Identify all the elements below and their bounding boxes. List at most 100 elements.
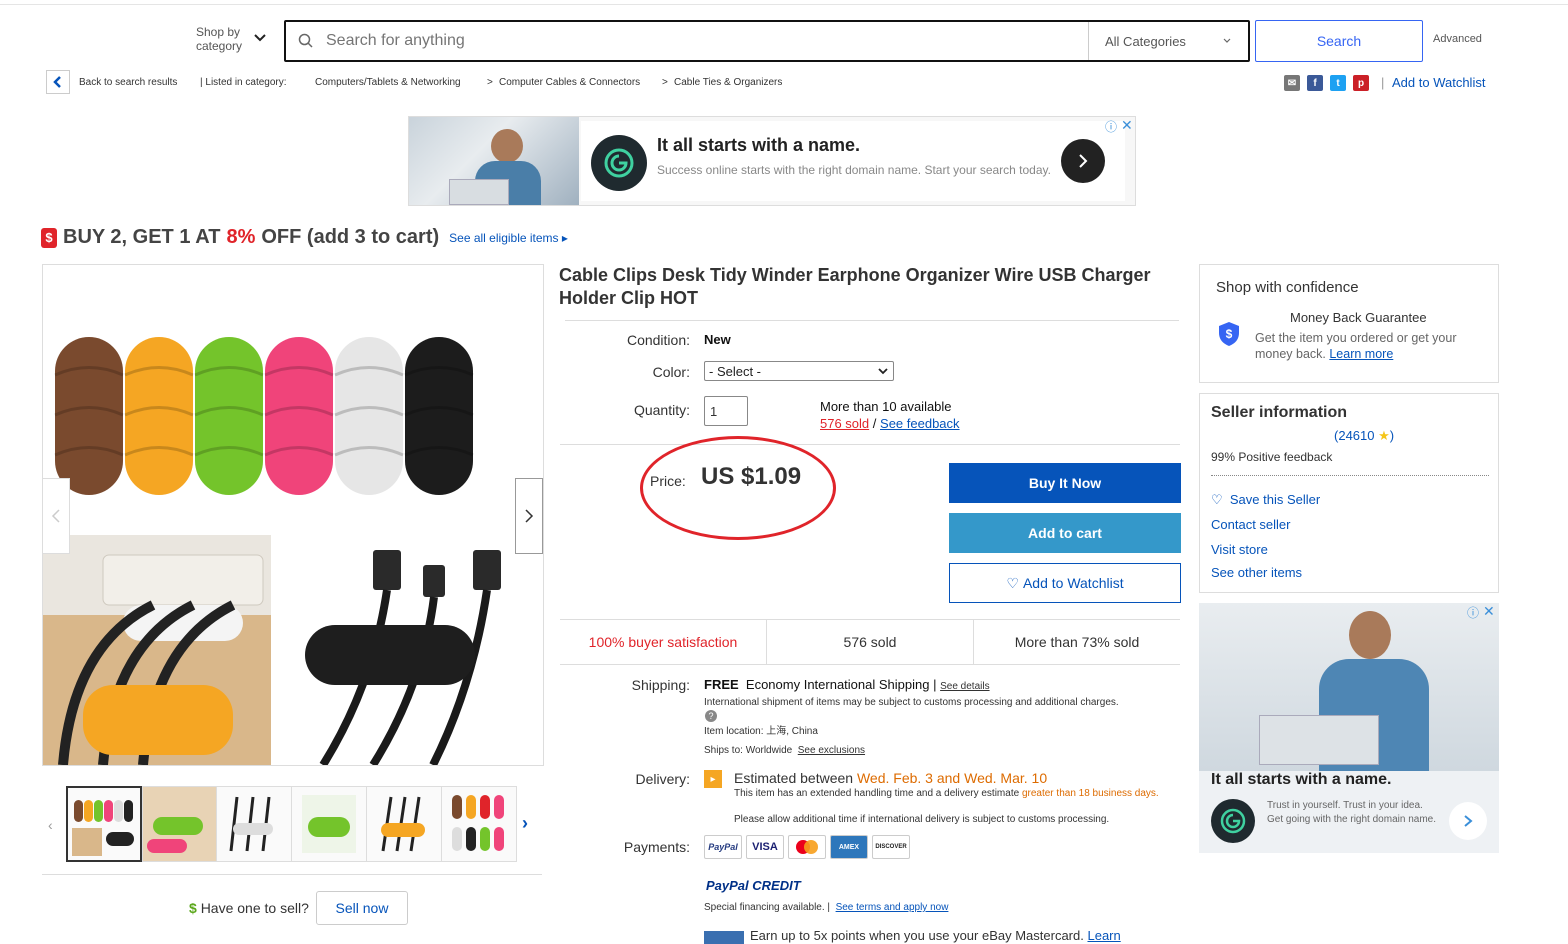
visa-icon: VISA	[746, 835, 784, 859]
shipping-label: Shipping:	[631, 677, 690, 693]
ad-next-button[interactable]	[1061, 139, 1105, 183]
learn-more-link[interactable]: Learn more	[1329, 347, 1393, 361]
contact-seller-link[interactable]: Contact seller	[1211, 517, 1290, 532]
thumbs-prev-icon[interactable]: ‹	[48, 817, 53, 833]
heart-icon: ♡	[1211, 492, 1223, 507]
help-icon[interactable]: ?	[705, 710, 717, 722]
ad-info-icon[interactable]: ⓘ	[1105, 118, 1117, 135]
side-ad-info-icon[interactable]: ⓘ	[1467, 604, 1479, 621]
email-share-icon[interactable]: ✉	[1284, 75, 1300, 91]
stats-bar: 100% buyer satisfaction 576 sold More th…	[560, 619, 1180, 665]
heart-icon: ♡	[1006, 574, 1019, 591]
shop-by-category[interactable]: Shop by category	[196, 25, 242, 53]
facebook-share-icon[interactable]: f	[1307, 75, 1323, 91]
shipping-row: FREE Economy International Shipping | Se…	[704, 677, 990, 692]
breadcrumb-item[interactable]: Computer Cables & Connectors	[499, 77, 640, 88]
chevron-down-icon	[1223, 38, 1231, 43]
sell-now-button[interactable]: Sell now	[316, 891, 408, 925]
ad-close-icon[interactable]: ✕	[1121, 117, 1133, 134]
divider	[1211, 475, 1489, 476]
earn-text: Earn up to 5x points when you use your e…	[750, 928, 1084, 943]
divider	[560, 444, 1180, 445]
svg-text:$: $	[1226, 327, 1233, 341]
chevron-left-icon	[53, 76, 61, 88]
see-other-items-link[interactable]: See other items	[1211, 565, 1302, 580]
delivery-dates: Wed. Feb. 3 and Wed. Mar. 10	[856, 770, 1048, 786]
thumbnail[interactable]	[366, 786, 442, 862]
back-button[interactable]	[46, 70, 70, 94]
ships-to: Ships to: Worldwide	[704, 745, 793, 756]
main-product-image[interactable]	[42, 264, 544, 766]
side-ad-next-button[interactable]	[1449, 802, 1487, 840]
thumbs-next-icon[interactable]: ›	[522, 813, 528, 834]
chevron-left-icon	[51, 509, 60, 523]
search-button[interactable]: Search	[1255, 20, 1423, 62]
item-location: Item location: 上海, China	[704, 726, 818, 737]
financing-row: Special financing available. | See terms…	[704, 901, 948, 914]
sold-link[interactable]: 576 sold	[820, 416, 869, 431]
pinterest-share-icon[interactable]: p	[1353, 75, 1369, 91]
back-to-search-link[interactable]: Back to search results	[79, 77, 177, 88]
color-label: Color:	[652, 364, 690, 380]
see-feedback-link[interactable]: See feedback	[880, 416, 960, 431]
color-select[interactable]: - Select -	[704, 361, 894, 381]
advanced-search-link[interactable]: Advanced	[1433, 33, 1482, 45]
chevron-down-icon[interactable]	[252, 30, 268, 46]
mastercard-card-icon	[704, 931, 744, 944]
thumbnail[interactable]	[142, 786, 218, 862]
learn-link[interactable]: Learn	[1087, 928, 1120, 943]
thumbnail[interactable]	[291, 786, 367, 862]
earn-row: Earn up to 5x points when you use your e…	[750, 928, 1121, 943]
mastercard-icon	[788, 835, 826, 859]
quantity-input[interactable]: 1	[704, 396, 748, 426]
side-ad-close-icon[interactable]: ✕	[1483, 603, 1495, 620]
side-ad-photo	[1199, 603, 1499, 771]
stat-satisfaction: 100% buyer satisfaction	[560, 620, 767, 664]
divider	[42, 874, 542, 875]
breadcrumb-sep: >	[487, 77, 493, 88]
category-select[interactable]: All Categories	[1088, 22, 1248, 60]
thumbnail[interactable]	[66, 786, 142, 862]
see-exclusions-link[interactable]: See exclusions	[798, 745, 865, 756]
quantity-label: Quantity:	[633, 402, 690, 418]
listed-in-label: | Listed in category:	[200, 77, 287, 88]
shop-by-label-2: category	[196, 39, 243, 53]
thumbnail[interactable]	[441, 786, 517, 862]
add-to-cart-button[interactable]: Add to cart	[949, 513, 1181, 553]
shipping-method: Economy International Shipping |	[745, 677, 937, 692]
ships-to-row: Ships to: Worldwide See exclusions	[704, 744, 865, 757]
condition-value: New	[704, 332, 731, 347]
seller-score-value: 24610	[1338, 428, 1375, 443]
visit-store-link[interactable]: Visit store	[1211, 542, 1268, 557]
see-eligible-items-link[interactable]: See all eligible items ▸	[449, 231, 568, 245]
seller-score[interactable]: (24610 ★)	[1334, 428, 1394, 444]
have-one-label: Have one to sell?	[200, 900, 309, 916]
delivery-note: This item has an extended handling time …	[734, 787, 1164, 800]
add-to-watchlist-button[interactable]: ♡ Add to Watchlist	[949, 563, 1181, 603]
price-annotation-circle	[640, 436, 836, 540]
category-value: All Categories	[1105, 33, 1186, 49]
side-ad-body: Trust in yourself. Trust in your idea. G…	[1267, 800, 1436, 825]
save-seller-link[interactable]: ♡ Save this Seller	[1211, 492, 1320, 508]
see-terms-link[interactable]: See terms and apply now	[836, 902, 949, 913]
breadcrumb-item[interactable]: Cable Ties & Organizers	[674, 77, 782, 88]
breadcrumb-item[interactable]: Computers/Tablets & Networking	[315, 77, 461, 88]
add-to-watchlist-link[interactable]: Add to Watchlist	[1392, 75, 1485, 90]
slash: /	[872, 416, 877, 431]
twitter-share-icon[interactable]: t	[1330, 75, 1346, 91]
ad-logo-icon	[591, 135, 647, 191]
see-details-link[interactable]: See details	[940, 681, 989, 692]
next-image-button[interactable]	[515, 478, 543, 554]
thumbnail[interactable]	[216, 786, 292, 862]
side-ad[interactable]: It all starts with a name. Trust in your…	[1199, 603, 1499, 853]
seller-box: Seller information (24610 ★) 99% Positiv…	[1199, 393, 1499, 593]
prev-image-button[interactable]	[42, 478, 70, 554]
stat-sold: 576 sold	[767, 620, 974, 664]
buy-it-now-button[interactable]: Buy It Now	[949, 463, 1181, 503]
side-ad-logo-icon	[1211, 799, 1255, 843]
ad-banner[interactable]: It all starts with a name. Success onlin…	[408, 116, 1136, 206]
delivery-estimate: Estimated between Wed. Feb. 3 and Wed. M…	[734, 770, 1047, 786]
promo-percent: 8%	[226, 226, 256, 248]
chevron-right-icon	[1464, 815, 1473, 827]
payments-label: Payments:	[623, 839, 690, 855]
